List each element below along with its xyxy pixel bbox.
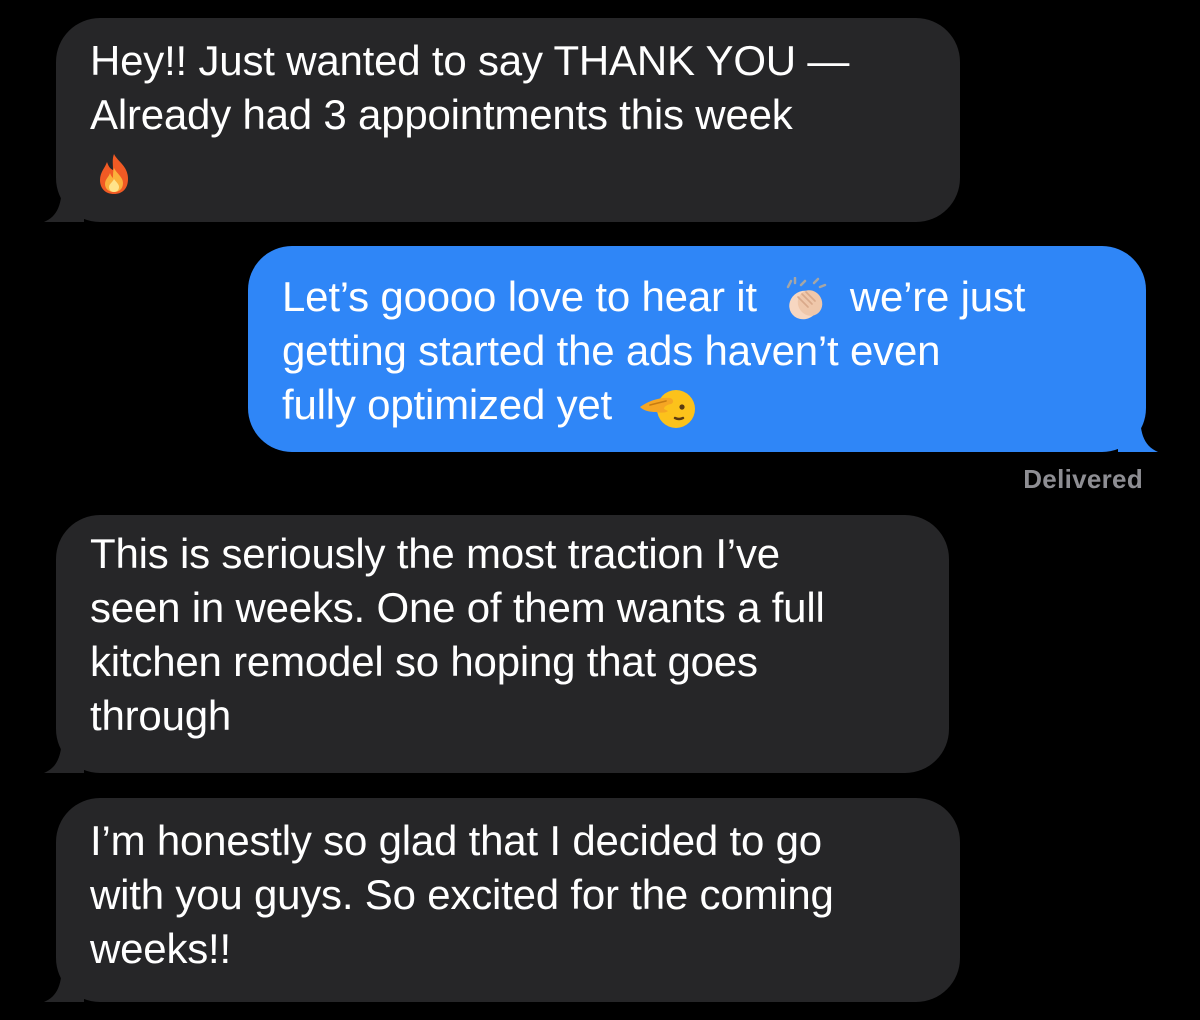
saluting-face-icon <box>638 385 696 431</box>
incoming-message-bubble[interactable]: Hey!! Just wanted to say THANK YOU — Alr… <box>44 18 960 222</box>
message-text-line: Hey!! Just wanted to say THANK YOU — <box>90 37 850 84</box>
message-text-line: with you guys. So excited for the coming <box>90 871 834 918</box>
message-text-line: Let’s goooo love to hear it we’re just <box>282 270 1112 324</box>
bubble-tail <box>1118 412 1158 452</box>
fire-icon <box>96 152 132 196</box>
message-text-line: fully optimized yet <box>282 378 1112 432</box>
message-text-segment: fully optimized yet <box>282 381 613 428</box>
outgoing-message-bubble[interactable]: Let’s goooo love to hear it we’re just g… <box>248 246 1158 452</box>
delivery-status: Delivered <box>1023 464 1143 494</box>
bubble-tail <box>44 962 84 1002</box>
message-text-line: weeks!! <box>90 925 231 972</box>
message-text-segment: Let’s goooo love to hear it <box>282 273 757 320</box>
message-emoji-line <box>90 142 926 196</box>
incoming-message-bubble[interactable]: This is seriously the most traction I’ve… <box>44 515 949 773</box>
message-text-line: getting started the ads haven’t even <box>282 327 941 374</box>
bubble-tail <box>44 182 84 222</box>
message-text-line: Already had 3 appointments this week <box>90 91 793 138</box>
message-text-line: seen in weeks. One of them wants a full <box>90 584 825 631</box>
incoming-message-bubble[interactable]: I’m honestly so glad that I decided to g… <box>44 798 960 1002</box>
message-text-line: I’m honestly so glad that I decided to g… <box>90 817 822 864</box>
clapping-hands-icon <box>780 276 828 323</box>
bubble-tail <box>44 733 84 773</box>
message-text-line: This is seriously the most traction I’ve <box>90 530 780 577</box>
message-text-segment: we’re just <box>849 273 1026 320</box>
message-text-line: kitchen remodel so hoping that goes <box>90 638 758 685</box>
message-text-line: through <box>90 692 232 739</box>
